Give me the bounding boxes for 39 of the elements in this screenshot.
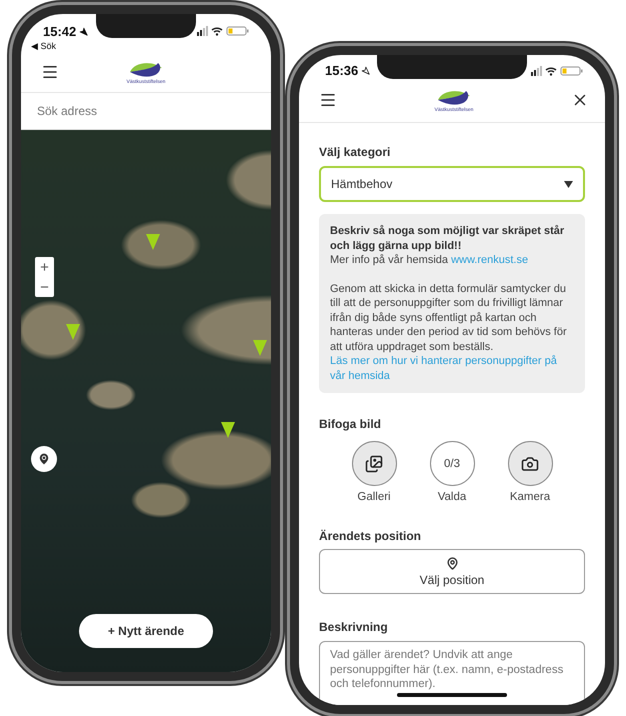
location-arrow-icon xyxy=(361,66,370,75)
status-time: 15:42 xyxy=(43,24,88,38)
description-field[interactable]: Vad gäller ärendet? Undvik att ange personuppgifter här (t.ex. namn, e-postadress och telefonnummer). xyxy=(319,641,585,705)
map-pin-icon xyxy=(37,452,51,466)
new-case-button[interactable]: + Nytt ärende xyxy=(79,614,213,648)
status-time: 15:36 xyxy=(325,63,370,78)
count-button[interactable]: 0/3 xyxy=(430,441,474,486)
field-label: Välj kategori xyxy=(319,145,392,159)
camera-icon xyxy=(521,454,539,472)
status-icons xyxy=(531,66,583,76)
field-label: Ärendets position xyxy=(319,529,422,543)
consent-text: Genom att skicka in detta formulär samtycker du till att de personuppgifter som du frivilligt lämnar ifrån dig både syns offentligt på kartan och hanteras under den period av tid som behövs för att utföra uppdraget som beställs. xyxy=(330,282,568,354)
status-icons xyxy=(197,26,249,36)
zoom-out-button[interactable]: − xyxy=(35,277,54,297)
button-caption: Valda xyxy=(438,491,466,503)
field-label: Bifoga bild xyxy=(319,417,382,431)
button-caption: Galleri xyxy=(357,491,391,503)
gallery-button[interactable] xyxy=(352,441,396,486)
category-select[interactable]: Hämtbehov xyxy=(319,166,585,202)
satellite-map-placeholder[interactable]: + − + Nytt ärende xyxy=(21,130,271,672)
info-text: Mer info på vår hemsida www.renkust.se xyxy=(330,253,530,268)
map-marker-icon[interactable] xyxy=(253,340,267,356)
button-caption: Kamera xyxy=(510,491,550,503)
map-pin-icon xyxy=(446,556,458,570)
choose-position-button[interactable]: Välj position xyxy=(319,549,585,594)
map-marker-icon[interactable] xyxy=(66,324,80,340)
dropdown-caret-icon xyxy=(564,180,573,188)
back-link[interactable]: ◀ Sök xyxy=(31,40,56,52)
menu-icon[interactable] xyxy=(41,63,59,81)
field-label: Beskrivning xyxy=(319,620,389,634)
gallery-icon xyxy=(365,454,383,472)
map-marker-icon[interactable] xyxy=(146,234,160,250)
zoom-in-button[interactable]: + xyxy=(35,257,54,277)
info-heading: Beskriv så noga som möjligt var skräpet står och lägg gärna upp bild!! xyxy=(330,224,566,253)
camera-button[interactable] xyxy=(508,441,552,486)
location-button[interactable] xyxy=(31,446,57,472)
menu-icon[interactable] xyxy=(319,91,337,109)
location-arrow-icon xyxy=(79,26,88,36)
map-marker-icon[interactable] xyxy=(221,422,235,438)
